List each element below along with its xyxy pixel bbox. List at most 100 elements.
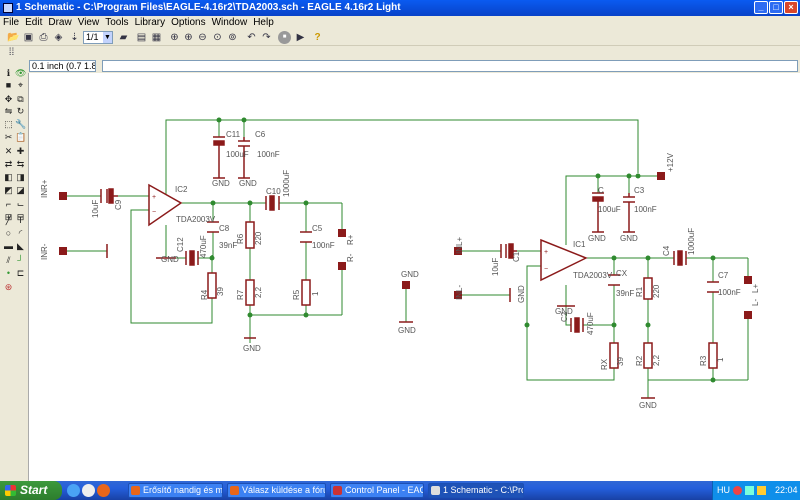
go-icon[interactable]: ▶ (294, 31, 307, 44)
menu-view[interactable]: View (75, 16, 103, 29)
circle-icon[interactable]: ○ (3, 228, 14, 239)
sheet-select[interactable]: 1/1 ▼ (83, 31, 113, 44)
arc-icon[interactable]: ◜ (15, 228, 26, 239)
wire-icon[interactable]: ╱ (3, 215, 14, 226)
add-icon[interactable]: ✚ (15, 146, 26, 157)
copy-icon[interactable]: ⧉ (15, 94, 26, 105)
label-TDA2003V-ic2: TDA2003V (176, 215, 216, 224)
menu-window[interactable]: Window (209, 16, 251, 29)
drc-icon[interactable]: ⊛ (3, 282, 14, 293)
zoom-fit-icon[interactable]: ⊕ (168, 31, 181, 44)
label-C8-value: 39nF (219, 241, 237, 250)
info-icon[interactable]: ℹ (3, 68, 14, 79)
replace-icon[interactable]: ◧ (3, 172, 14, 183)
mirror-icon[interactable]: ⇋ (3, 106, 14, 117)
name-icon[interactable]: ◨ (15, 172, 26, 183)
smash-icon[interactable]: ◪ (15, 185, 26, 196)
help-icon[interactable]: ? (311, 31, 324, 44)
label-R6: R6 (236, 233, 245, 244)
script-icon[interactable]: ▤ (135, 31, 148, 44)
task-item-schematic[interactable]: 1 Schematic - C:\Prog... (428, 483, 524, 498)
command-input[interactable] (102, 60, 798, 72)
task-item-forum1[interactable]: Erősítő nandig és min... (128, 483, 223, 498)
show-icon[interactable]: 👁 (15, 68, 26, 79)
menu-draw[interactable]: Draw (45, 16, 74, 29)
label-gnd-c: GND (588, 234, 606, 243)
schematic-canvas[interactable]: INR+ INR- IC2 TDA2003V C11 C6 100uF 100n… (28, 73, 800, 481)
nets-right-channel (63, 119, 639, 343)
net-icon[interactable]: ┘ (15, 255, 26, 266)
rect-icon[interactable]: ▬ (3, 241, 14, 252)
label-C9: C9 (114, 199, 123, 210)
label-C7-value: 100nF (718, 288, 741, 297)
sheet-icon[interactable]: ⇣ (68, 31, 81, 44)
text-icon[interactable]: T (15, 215, 26, 226)
menu-options[interactable]: Options (168, 16, 208, 29)
volume-icon[interactable] (757, 486, 766, 495)
maximize-button[interactable]: □ (769, 1, 783, 14)
menu-help[interactable]: Help (250, 16, 277, 29)
delete-icon[interactable]: ✕ (3, 146, 14, 157)
zoom-out-icon[interactable]: ⊖ (196, 31, 209, 44)
change-icon[interactable]: 🔧 (15, 119, 26, 130)
open-icon[interactable]: 📂 (7, 31, 20, 44)
system-tray: HU 22:04 (712, 481, 800, 500)
zoom-select-icon[interactable]: ⊚ (226, 31, 239, 44)
schematic-drawing[interactable]: INR+ INR- IC2 TDA2003V C11 C6 100uF 100n… (29, 73, 800, 481)
menu-library[interactable]: Library (132, 16, 169, 29)
run-icon[interactable]: ▦ (150, 31, 163, 44)
label-C11-value: 100uF (226, 150, 249, 159)
mail-icon[interactable] (82, 484, 95, 497)
network-icon[interactable] (745, 486, 754, 495)
label-gnd-ic2: GND (161, 255, 179, 264)
zoom-in-icon[interactable]: ⊕ (182, 31, 195, 44)
cut-icon[interactable]: ✂ (3, 132, 14, 143)
value-icon[interactable]: ◩ (3, 185, 14, 196)
display-icon[interactable]: ■ (3, 80, 14, 91)
label-R2-value: 2,2 (652, 354, 661, 366)
move-icon[interactable]: ✥ (3, 94, 14, 105)
use-icon[interactable]: ▰ (117, 31, 130, 44)
title-bar[interactable]: 1 Schematic - C:\Program Files\EAGLE-4.1… (0, 0, 800, 16)
print-icon[interactable]: ⎙ (37, 31, 50, 44)
task-item-control-panel[interactable]: Control Panel - EAGL... (330, 483, 424, 498)
pinswap-icon[interactable]: ⇄ (3, 159, 14, 170)
group-icon[interactable]: ⬚ (3, 119, 14, 130)
junction-icon[interactable]: • (3, 268, 14, 279)
security-icon[interactable] (733, 486, 742, 495)
bus-icon[interactable]: ⫽ (3, 255, 14, 266)
miter-icon[interactable]: ⌐ (3, 199, 14, 210)
zoom-redraw-icon[interactable]: ⊙ (211, 31, 224, 44)
save-icon[interactable]: ▣ (22, 31, 35, 44)
menu-tools[interactable]: Tools (102, 16, 131, 29)
menu-edit[interactable]: Edit (22, 16, 45, 29)
label-R3-value: 1 (716, 357, 725, 362)
split-icon[interactable]: ⌙ (15, 199, 26, 210)
ie-icon[interactable] (67, 484, 80, 497)
rotate-icon[interactable]: ↻ (15, 106, 26, 117)
mark-icon[interactable]: ⌖ (15, 80, 26, 91)
stop-icon[interactable]: ■ (278, 31, 291, 44)
label-R1: R1 (635, 286, 644, 297)
language-indicator[interactable]: HU (717, 481, 730, 500)
label-C4: C4 (662, 245, 671, 256)
menu-file[interactable]: File (0, 16, 22, 29)
start-button[interactable]: Start (0, 481, 62, 500)
chevron-down-icon: ▼ (103, 32, 112, 43)
label-CX: CX (616, 269, 628, 278)
redo-icon[interactable]: ↷ (260, 31, 273, 44)
gateswap-icon[interactable]: ⇆ (15, 159, 26, 170)
paste-icon[interactable]: 📋 (15, 132, 26, 143)
label-C5: C5 (312, 224, 323, 233)
close-button[interactable]: × (784, 1, 798, 14)
label-C1: C1 (512, 251, 521, 262)
clock[interactable]: 22:04 (775, 481, 798, 500)
label-gnd-c3: GND (620, 234, 638, 243)
task-item-forum2[interactable]: Válasz küldése a fóru... (227, 483, 326, 498)
cam-icon[interactable]: ◈ (52, 31, 65, 44)
minimize-button[interactable]: _ (754, 1, 768, 14)
undo-icon[interactable]: ↶ (245, 31, 258, 44)
polygon-icon[interactable]: ◣ (15, 241, 26, 252)
firefox-icon[interactable] (97, 484, 110, 497)
label-icon[interactable]: ⊏ (15, 268, 26, 279)
